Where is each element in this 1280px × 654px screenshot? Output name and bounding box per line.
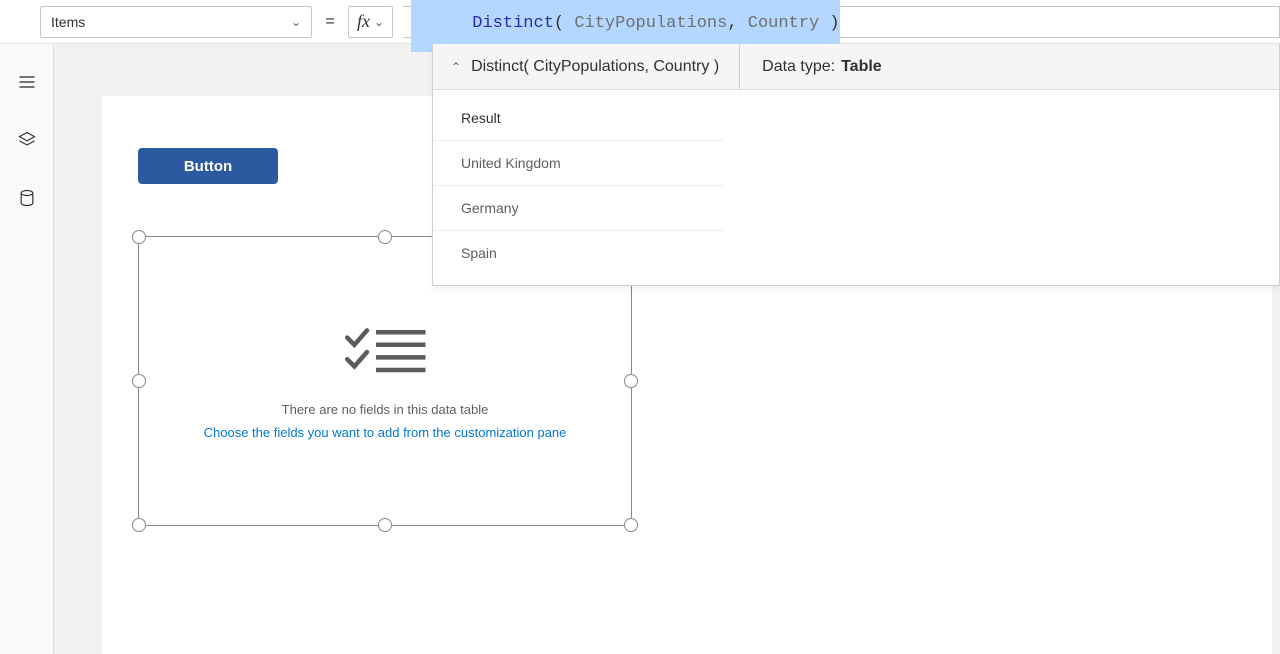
resize-handle[interactable] bbox=[132, 230, 146, 244]
result-row: United Kingdom bbox=[433, 141, 723, 186]
resize-handle[interactable] bbox=[378, 518, 392, 532]
left-nav bbox=[0, 44, 54, 654]
data-icon[interactable] bbox=[17, 188, 37, 208]
result-expression: Distinct( CityPopulations, Country ) bbox=[471, 58, 719, 76]
resize-handle[interactable] bbox=[624, 374, 638, 388]
formula-function: Distinct bbox=[472, 14, 554, 33]
property-name: Items bbox=[51, 14, 85, 30]
checklist-icon bbox=[340, 322, 430, 382]
result-expression-cell[interactable]: ⌃ Distinct( CityPopulations, Country ) bbox=[433, 44, 740, 89]
tree-view-icon[interactable] bbox=[17, 130, 37, 150]
resize-handle[interactable] bbox=[132, 374, 146, 388]
fx-button[interactable]: fx ⌄ bbox=[348, 6, 393, 38]
property-selector[interactable]: Items ⌄ bbox=[40, 6, 312, 38]
result-row: Spain bbox=[433, 231, 723, 275]
formula-datasource: CityPopulations bbox=[574, 14, 727, 33]
button-control[interactable]: Button bbox=[138, 148, 278, 184]
resize-handle[interactable] bbox=[378, 230, 392, 244]
result-header: ⌃ Distinct( CityPopulations, Country ) D… bbox=[433, 44, 1279, 90]
result-column-header: Result bbox=[433, 96, 723, 141]
fx-icon: fx bbox=[357, 11, 370, 32]
datatable-empty-message: There are no fields in this data table bbox=[282, 402, 489, 417]
formula-column: Country bbox=[748, 14, 819, 33]
resize-handle[interactable] bbox=[132, 518, 146, 532]
result-datatype: Data type: Table bbox=[740, 58, 904, 76]
datatable-fields-link[interactable]: Choose the fields you want to add from t… bbox=[204, 425, 567, 440]
result-body: Result United Kingdom Germany Spain bbox=[433, 90, 1279, 285]
formula-input[interactable]: Distinct( CityPopulations, Country ) bbox=[403, 6, 1280, 38]
hamburger-icon[interactable] bbox=[17, 72, 37, 92]
equals-sign: = bbox=[322, 13, 338, 31]
result-row: Germany bbox=[433, 186, 723, 231]
chevron-down-icon: ⌄ bbox=[291, 15, 301, 29]
chevron-down-icon: ⌄ bbox=[374, 15, 384, 29]
chevron-up-icon: ⌃ bbox=[451, 60, 461, 74]
result-table: Result United Kingdom Germany Spain bbox=[433, 96, 1279, 275]
formula-bar: Items ⌄ = fx ⌄ Distinct( CityPopulations… bbox=[0, 0, 1280, 44]
formula-result-panel: ⌃ Distinct( CityPopulations, Country ) D… bbox=[432, 44, 1280, 286]
resize-handle[interactable] bbox=[624, 518, 638, 532]
